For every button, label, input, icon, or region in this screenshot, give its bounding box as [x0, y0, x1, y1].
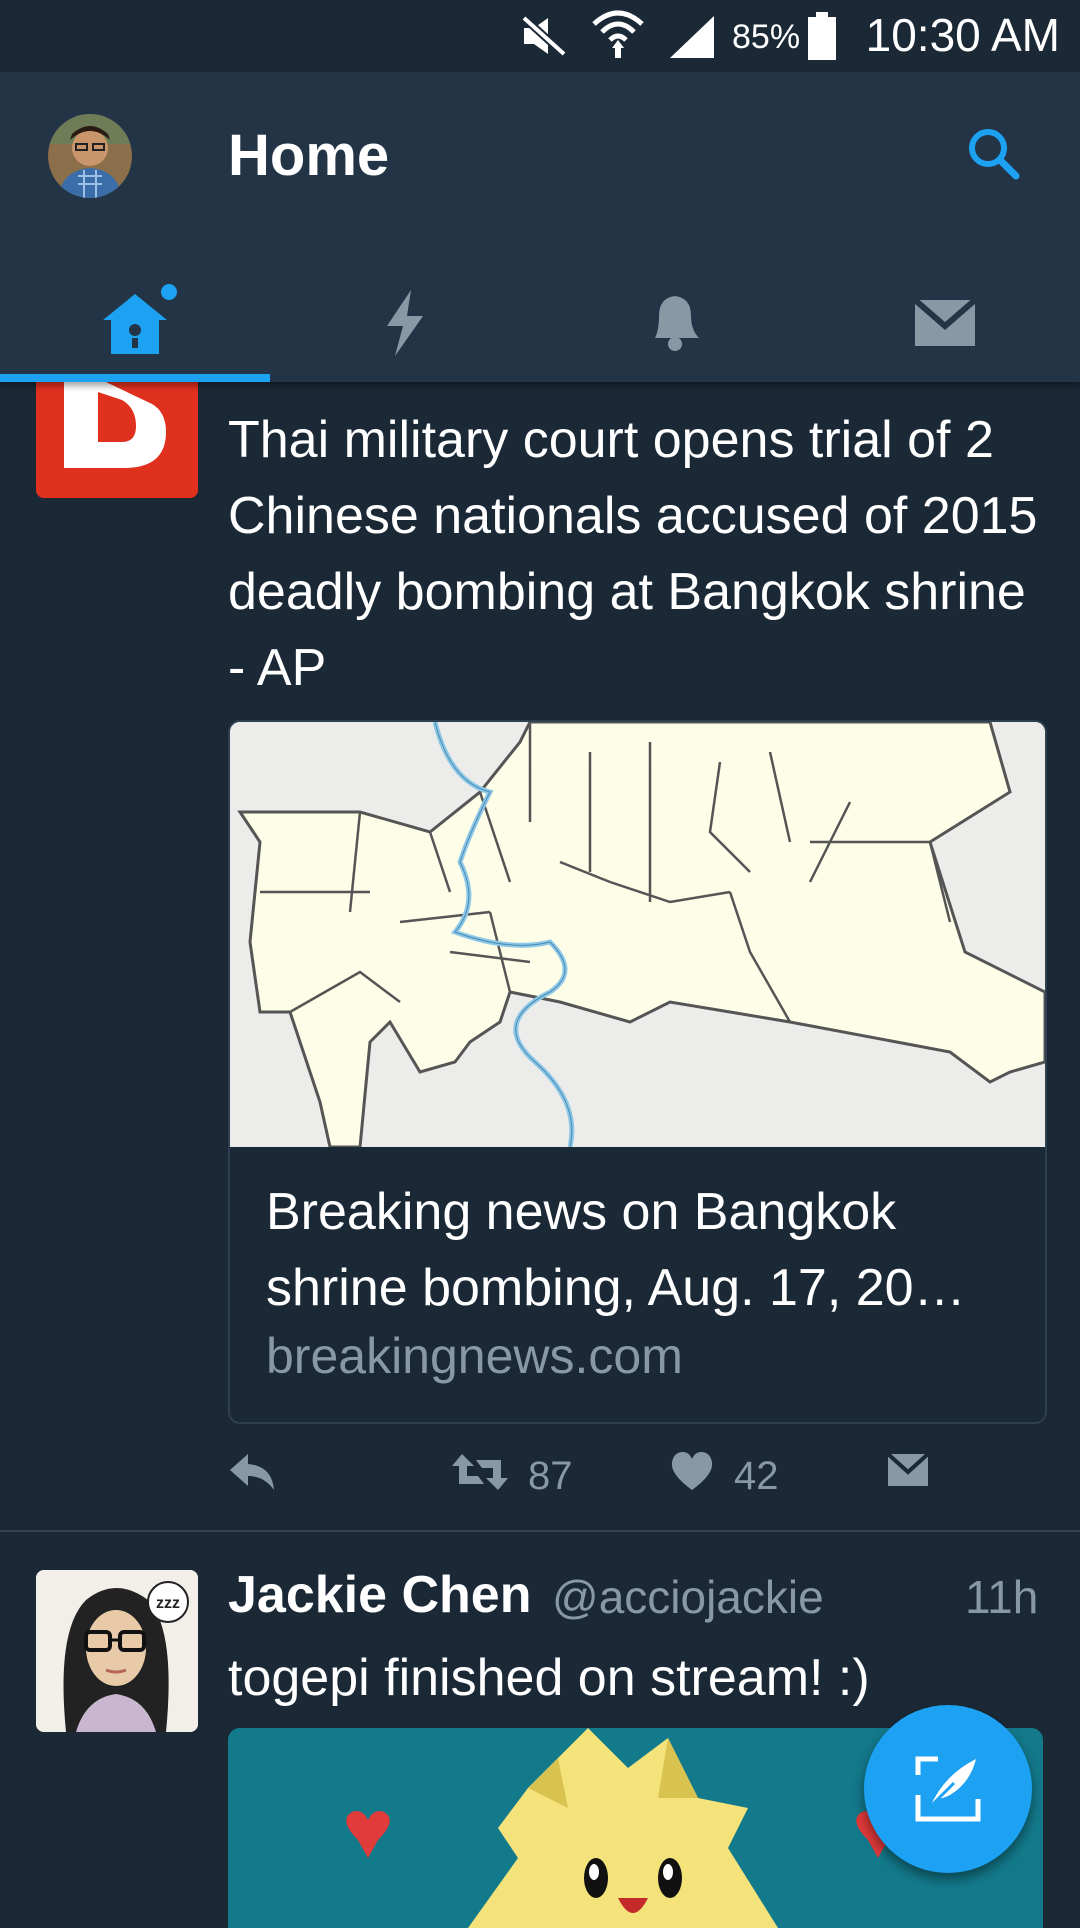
svg-text:zzz: zzz	[156, 1595, 180, 1612]
envelope-icon	[913, 297, 977, 346]
tweet-author-name[interactable]: Jackie Chen	[228, 1565, 532, 1625]
status-time: 10:30 AM	[865, 9, 1060, 61]
app-header: Home	[0, 72, 1080, 382]
card-domain: breakingnews.com	[266, 1328, 683, 1384]
search-icon[interactable]	[964, 124, 1024, 184]
reply-button[interactable]	[228, 1450, 288, 1510]
profile-avatar[interactable]	[48, 114, 132, 198]
page-title: Home	[228, 123, 390, 188]
active-tab-indicator	[0, 374, 270, 382]
status-bar: 85% 10:30 AM	[0, 0, 1080, 72]
retweet-button[interactable]: 87	[450, 1450, 610, 1510]
direct-message-button[interactable]	[886, 1450, 946, 1510]
tweet-avatar[interactable]: zzz	[36, 1570, 198, 1732]
like-count: 42	[734, 1454, 779, 1498]
user-photo: zzz	[36, 1570, 198, 1732]
home-icon	[103, 284, 177, 354]
tweet-divider	[0, 1530, 1080, 1532]
tab-home[interactable]	[0, 262, 270, 382]
retweet-icon	[452, 1454, 508, 1490]
compose-icon	[915, 1756, 981, 1822]
tab-messages[interactable]	[810, 262, 1080, 382]
tweet-author-handle[interactable]: @acciojackie	[552, 1570, 824, 1624]
like-button[interactable]: 42	[670, 1450, 820, 1510]
wifi-icon	[592, 10, 644, 58]
card-title: Breaking news on Bangkok shrine bombing,…	[266, 1183, 966, 1317]
breakingnews-logo	[36, 372, 198, 498]
tweet-text: togepi finished on stream! :)	[228, 1649, 870, 1707]
mute-icon	[520, 14, 569, 58]
tweet-avatar[interactable]	[36, 372, 198, 498]
reply-icon	[230, 1454, 274, 1490]
lightning-icon	[387, 290, 423, 356]
card-map-image	[230, 722, 1045, 1149]
link-card[interactable]: Breaking news on Bangkok shrine bombing,…	[228, 720, 1047, 1424]
tweet-text: Thai military court opens trial of 2 Chi…	[228, 411, 1038, 697]
tab-notifications[interactable]	[540, 262, 810, 382]
tweet-timestamp: 11h	[965, 1571, 1039, 1623]
battery-percent: 85%	[732, 18, 801, 56]
compose-tweet-button[interactable]	[864, 1705, 1032, 1873]
battery-icon	[808, 12, 836, 60]
tab-moments[interactable]	[270, 262, 540, 382]
retweet-count: 87	[528, 1454, 573, 1498]
envelope-icon	[886, 1452, 930, 1486]
bell-icon	[655, 296, 699, 351]
heart-icon	[671, 1452, 713, 1490]
signal-icon	[670, 16, 714, 58]
